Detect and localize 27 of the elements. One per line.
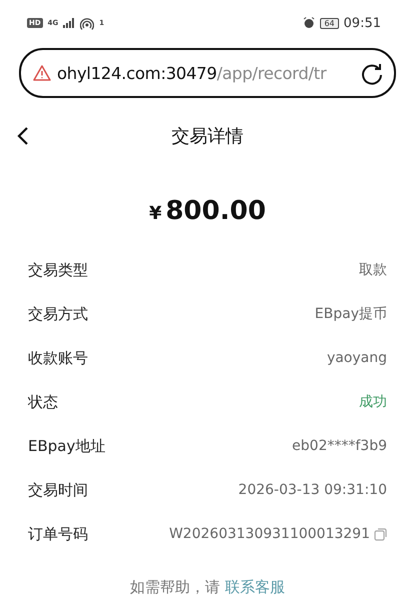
field-label: 交易时间 bbox=[28, 480, 88, 500]
field-value: EBpay提币 bbox=[314, 305, 387, 323]
help-text: 如需帮助，请 bbox=[130, 578, 220, 597]
reload-icon[interactable] bbox=[360, 61, 384, 85]
field-label: 收款账号 bbox=[28, 348, 88, 368]
page-title: 交易详情 bbox=[172, 125, 244, 148]
field-value: 取款 bbox=[359, 261, 387, 279]
address-bar[interactable]: ohyl124.com:30479/app/record/tr bbox=[19, 48, 396, 98]
amount: ¥800.00 bbox=[148, 196, 267, 226]
warning-icon bbox=[33, 65, 51, 81]
field-label: 交易方式 bbox=[28, 304, 88, 324]
field-label: EBpay地址 bbox=[28, 436, 106, 456]
field-label: 状态 bbox=[28, 392, 58, 412]
field-label: 订单号码 bbox=[28, 524, 88, 544]
signal-icon bbox=[63, 18, 76, 28]
field-value: W202603130931100013291 bbox=[169, 526, 370, 542]
status-value: 成功 bbox=[359, 393, 387, 411]
back-icon[interactable] bbox=[16, 126, 30, 146]
field-value: 2026-03-13 09:31:10 bbox=[238, 482, 387, 498]
field-label: 交易类型 bbox=[28, 260, 88, 280]
field-value: eb02****f3b9 bbox=[292, 438, 387, 454]
clock-time: 09:51 bbox=[344, 16, 381, 30]
field-value: yaoyang bbox=[326, 350, 387, 366]
alarm-icon bbox=[303, 17, 316, 29]
hotspot-icon bbox=[80, 16, 94, 30]
url-text: ohyl124.com:30479/app/record/tr bbox=[57, 64, 328, 82]
battery-icon: 64 bbox=[320, 18, 339, 28]
